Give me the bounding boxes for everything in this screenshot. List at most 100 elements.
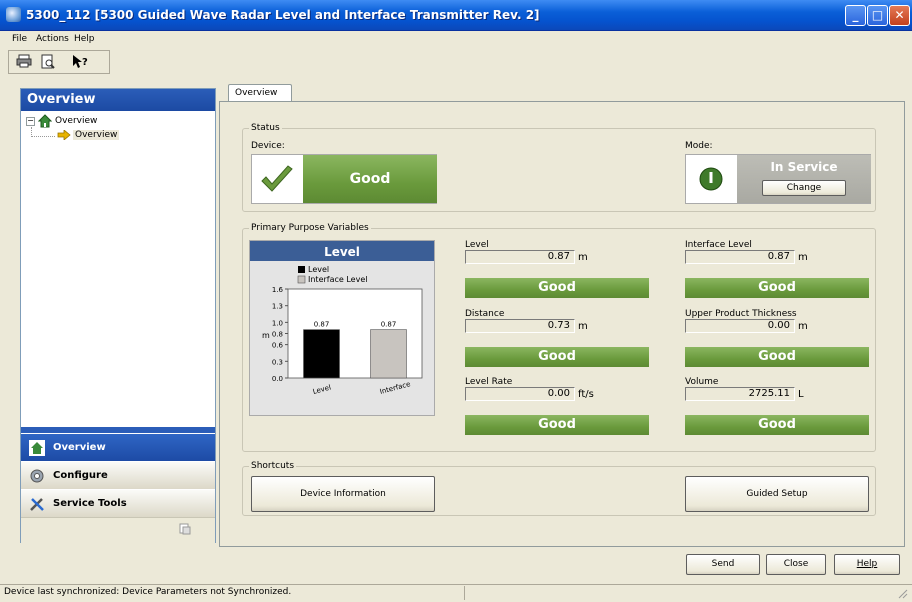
level-chart-panel: Level Level Interface Level 0.0 0.3 0.6 0.8…: [249, 240, 435, 416]
print-preview-icon[interactable]: [39, 54, 57, 70]
send-button[interactable]: Send: [686, 554, 760, 575]
tab-overview[interactable]: Overview: [228, 84, 292, 102]
gear-icon: [29, 468, 45, 484]
navigation-panel: Overview − Overview Overview Overview Co…: [20, 88, 216, 543]
y-tick-label: 0.0: [272, 375, 283, 383]
arrow-right-icon: [57, 129, 71, 141]
y-tick-label: 1.6: [272, 286, 284, 294]
bar-interface: [370, 329, 407, 379]
app-icon: [6, 7, 21, 22]
legend-swatch-level: [298, 266, 305, 273]
context-help-icon[interactable]: ?: [71, 54, 89, 70]
level-chart: Level Level Interface Level 0.0 0.3 0.6 0.8…: [250, 241, 434, 396]
distance-label: Distance: [465, 309, 505, 319]
tree-root-item[interactable]: Overview: [55, 116, 97, 126]
chart-title: Level: [324, 245, 360, 259]
menu-help[interactable]: Help: [74, 34, 95, 44]
tree-collapse-toggle[interactable]: −: [26, 117, 35, 126]
status-bar-text: Device last synchronized: Device Paramet…: [4, 587, 292, 597]
status-group-label: Status: [249, 123, 282, 133]
distance-value: 0.73: [465, 319, 575, 333]
x-category-label: Interface: [379, 380, 411, 396]
volume-unit: L: [798, 389, 804, 400]
interface-level-label: Interface Level: [685, 240, 752, 250]
nav-configure[interactable]: Configure: [21, 461, 215, 489]
nav-service-tools[interactable]: Service Tools: [21, 489, 215, 517]
tree-child-item[interactable]: Overview: [73, 130, 120, 140]
level-rate-value: 0.00: [465, 387, 575, 401]
volume-status: Good: [685, 415, 869, 435]
level-label: Level: [465, 240, 489, 250]
mode-label: Mode:: [685, 141, 713, 151]
menu-bar: File Actions Help: [0, 31, 912, 48]
menu-actions[interactable]: Actions: [36, 34, 69, 44]
close-window-button[interactable]: ✕: [889, 5, 910, 26]
y-tick-label: 0.8: [272, 331, 283, 339]
print-icon[interactable]: [15, 54, 33, 70]
nav-overview[interactable]: Overview: [21, 433, 215, 461]
device-information-button[interactable]: Device Information: [251, 476, 435, 512]
upper-product-thickness-status: Good: [685, 347, 869, 367]
legend-label-level: Level: [308, 265, 329, 274]
upper-product-thickness-unit: m: [798, 321, 808, 332]
device-status-value: Good: [303, 155, 437, 203]
ppv-group-label: Primary Purpose Variables: [249, 223, 371, 233]
status-bar: Device last synchronized: Device Paramet…: [0, 584, 912, 601]
help-button[interactable]: Help: [834, 554, 900, 575]
level-rate-unit: ft/s: [578, 389, 594, 400]
resize-grip-icon[interactable]: [896, 587, 908, 599]
y-tick-label: 1.0: [272, 319, 283, 327]
close-button[interactable]: Close: [766, 554, 826, 575]
legend-label-interface: Interface Level: [308, 275, 367, 284]
window-title: 5300_112 [5300 Guided Wave Radar Level a…: [26, 8, 540, 22]
level-value: 0.87: [465, 250, 575, 264]
mode-status-value: In Service: [770, 160, 838, 174]
nav-overview-label: Overview: [53, 442, 106, 453]
level-status: Good: [465, 278, 649, 298]
svg-text:?: ?: [82, 57, 88, 68]
volume-value: 2725.11: [685, 387, 795, 401]
checkmark-icon: [252, 155, 302, 203]
status-group: Status Device: Good Mode: In Service Cha…: [242, 123, 876, 212]
home-icon: [37, 114, 53, 128]
change-mode-button[interactable]: Change: [762, 180, 846, 196]
menu-file[interactable]: File: [12, 34, 27, 44]
level-unit: m: [578, 252, 588, 263]
upper-product-thickness-label: Upper Product Thickness: [685, 309, 797, 319]
overview-content: Status Device: Good Mode: In Service Cha…: [219, 101, 905, 547]
left-panel-title: Overview: [21, 89, 215, 111]
y-tick-label: 0.6: [272, 342, 284, 350]
y-tick-label: 1.3: [272, 303, 283, 311]
legend-swatch-interface: [297, 275, 306, 284]
home-icon: [29, 440, 45, 456]
x-category-label: Level: [312, 383, 332, 396]
nav-configure-label: Configure: [53, 470, 108, 481]
level-rate-label: Level Rate: [465, 377, 513, 387]
mode-status-box: In Service Change: [685, 154, 871, 204]
guided-setup-button[interactable]: Guided Setup: [685, 476, 869, 512]
level-rate-status: Good: [465, 415, 649, 435]
bar-level: [303, 329, 340, 379]
shortcuts-group-label: Shortcuts: [249, 461, 297, 471]
distance-unit: m: [578, 321, 588, 332]
configure-buttons-icon[interactable]: [179, 523, 191, 535]
volume-label: Volume: [685, 377, 719, 387]
shortcuts-group: Shortcuts Device Information Guided Setu…: [242, 461, 876, 516]
interface-level-value: 0.87: [685, 250, 795, 264]
interface-level-status: Good: [685, 278, 869, 298]
interface-level-unit: m: [798, 252, 808, 263]
bar-value-label: 0.87: [381, 321, 397, 329]
maximize-button[interactable]: □: [867, 5, 888, 26]
minimize-button[interactable]: _: [845, 5, 866, 26]
ppv-group: Primary Purpose Variables Level Level In…: [242, 223, 876, 452]
device-label: Device:: [251, 141, 285, 151]
device-status-box: Good: [251, 154, 437, 204]
title-bar[interactable]: 5300_112 [5300 Guided Wave Radar Level a…: [0, 0, 912, 31]
toolbar: ?: [8, 50, 110, 74]
nav-footer: [21, 517, 215, 543]
y-axis-label: m: [262, 331, 270, 340]
in-service-icon: [699, 167, 723, 191]
nav-service-tools-label: Service Tools: [53, 498, 127, 509]
distance-status: Good: [465, 347, 649, 367]
y-tick-label: 0.3: [272, 358, 283, 366]
